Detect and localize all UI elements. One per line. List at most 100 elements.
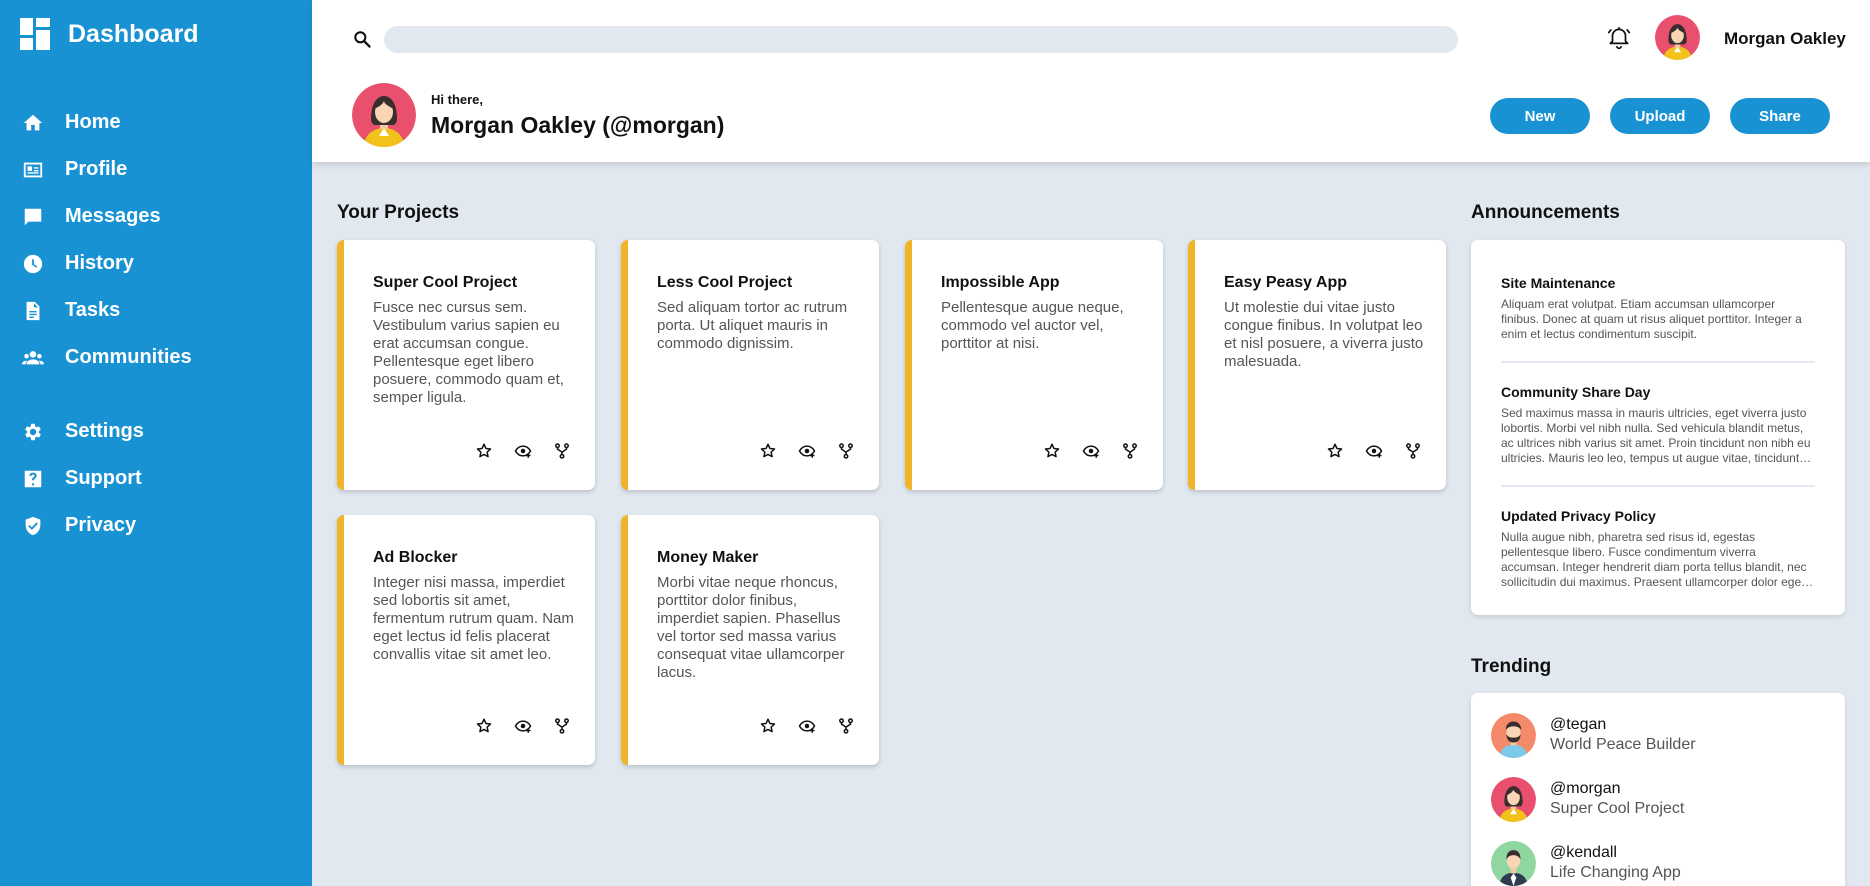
avatar	[1491, 777, 1536, 822]
clock-icon	[22, 253, 44, 275]
announcement-body: Sed maximus massa in mauris ultricies, e…	[1501, 406, 1811, 465]
project-title: Super Cool Project	[373, 274, 518, 291]
project-description: Fusce nec cursus sem. Vestibulum varius …	[373, 299, 564, 406]
star-icon[interactable]	[759, 717, 777, 735]
projects-title: Your Projects	[337, 202, 460, 223]
dashboard-icon	[20, 18, 50, 50]
sidebar-item-label: Privacy	[65, 514, 137, 536]
project-description: Ut molestie dui vitae justo congue finib…	[1224, 299, 1424, 370]
project-title: Impossible App	[941, 274, 1060, 291]
project-card[interactable]: Less Cool Project Sed aliquam tortor ac …	[621, 240, 879, 490]
brand[interactable]: Dashboard	[20, 18, 199, 50]
sidebar-item-label: Support	[65, 467, 142, 489]
share-button[interactable]: Share	[1730, 98, 1830, 134]
avatar	[1491, 713, 1536, 758]
project-description: Morbi vitae neque rhoncus, porttitor dol…	[657, 574, 845, 681]
sidebar-item-support[interactable]: Support	[0, 455, 312, 502]
project-card[interactable]: Easy Peasy App Ut molestie dui vitae jus…	[1188, 240, 1446, 490]
divider	[1501, 361, 1815, 363]
main-nav: Home Profile Messages History Tasks Comm…	[0, 99, 312, 381]
trending-handle[interactable]: @kendall	[1550, 844, 1617, 862]
trending-project: World Peace Builder	[1550, 736, 1696, 753]
brand-title: Dashboard	[68, 19, 199, 48]
fork-icon[interactable]	[837, 442, 855, 460]
bell-icon[interactable]	[1606, 25, 1632, 51]
announcements-card: Site Maintenance Aliquam erat volutpat. …	[1471, 240, 1845, 615]
watch-icon[interactable]	[514, 442, 532, 460]
announcement-item[interactable]: Updated Privacy Policy Nulla augue nibh,…	[1501, 508, 1815, 590]
star-icon[interactable]	[1043, 442, 1061, 460]
sidebar: Dashboard Home Profile Messages History …	[0, 0, 312, 886]
sidebar-item-tasks[interactable]: Tasks	[0, 287, 312, 334]
watch-icon[interactable]	[798, 442, 816, 460]
avatar	[1491, 841, 1536, 886]
project-card[interactable]: Impossible App Pellentesque augue neque,…	[905, 240, 1163, 490]
fork-icon[interactable]	[553, 717, 571, 735]
announcement-title: Updated Privacy Policy	[1501, 508, 1656, 524]
search-input[interactable]	[384, 26, 1458, 53]
project-title: Less Cool Project	[657, 274, 793, 291]
search-icon[interactable]	[352, 29, 372, 49]
sidebar-item-history[interactable]: History	[0, 240, 312, 287]
id-card-icon	[22, 159, 44, 181]
fork-icon[interactable]	[553, 442, 571, 460]
sidebar-item-label: Profile	[65, 158, 128, 180]
divider	[1501, 485, 1815, 487]
sidebar-item-label: History	[65, 252, 134, 274]
gear-icon	[22, 421, 44, 443]
secondary-nav: Settings Support Privacy	[0, 408, 312, 549]
sidebar-item-label: Messages	[65, 205, 161, 227]
trending-handle[interactable]: @tegan	[1550, 716, 1606, 734]
sidebar-item-communities[interactable]: Communities	[0, 334, 312, 381]
watch-icon[interactable]	[514, 717, 532, 735]
sidebar-item-settings[interactable]: Settings	[0, 408, 312, 455]
star-icon[interactable]	[1326, 442, 1344, 460]
upload-button[interactable]: Upload	[1610, 98, 1710, 134]
project-title: Money Maker	[657, 549, 759, 566]
announcement-title: Community Share Day	[1501, 384, 1651, 400]
new-button[interactable]: New	[1490, 98, 1590, 134]
avatar[interactable]	[1655, 15, 1700, 60]
announcement-item[interactable]: Community Share Day Sed maximus massa in…	[1501, 384, 1815, 466]
project-card[interactable]: Super Cool Project Fusce nec cursus sem.…	[337, 240, 595, 490]
sidebar-item-profile[interactable]: Profile	[0, 146, 312, 193]
sidebar-item-privacy[interactable]: Privacy	[0, 502, 312, 549]
sidebar-item-label: Settings	[65, 420, 144, 442]
watch-icon[interactable]	[798, 717, 816, 735]
announcement-title: Site Maintenance	[1501, 275, 1616, 291]
sidebar-item-label: Home	[65, 111, 121, 133]
document-icon	[22, 300, 44, 322]
trending-title: Trending	[1471, 656, 1552, 677]
sidebar-item-messages[interactable]: Messages	[0, 193, 312, 240]
project-description: Sed aliquam tortor ac rutrum porta. Ut a…	[657, 299, 848, 352]
star-icon[interactable]	[475, 442, 493, 460]
trending-project: Life Changing App	[1550, 864, 1681, 881]
project-description: Integer nisi massa, imperdiet sed lobort…	[373, 574, 574, 663]
star-icon[interactable]	[759, 442, 777, 460]
profile-avatar	[352, 83, 416, 147]
fork-icon[interactable]	[837, 717, 855, 735]
trending-card: @tegan World Peace Builder @morgan Super…	[1471, 693, 1845, 886]
sidebar-item-label: Communities	[65, 346, 192, 368]
project-title: Ad Blocker	[373, 549, 458, 566]
announcement-item[interactable]: Site Maintenance Aliquam erat volutpat. …	[1501, 275, 1815, 342]
sidebar-item-home[interactable]: Home	[0, 99, 312, 146]
help-icon	[22, 468, 44, 490]
shield-icon	[22, 515, 44, 537]
watch-icon[interactable]	[1365, 442, 1383, 460]
announcements-title: Announcements	[1471, 202, 1620, 223]
sidebar-item-label: Tasks	[65, 299, 121, 321]
project-title: Easy Peasy App	[1224, 274, 1348, 291]
message-icon	[22, 206, 44, 228]
project-card[interactable]: Money Maker Morbi vitae neque rhoncus, p…	[621, 515, 879, 765]
trending-handle[interactable]: @morgan	[1550, 780, 1621, 798]
watch-icon[interactable]	[1082, 442, 1100, 460]
profile-name: Morgan Oakley (@morgan)	[431, 112, 725, 138]
project-description: Pellentesque augue neque, commodo vel au…	[941, 299, 1124, 352]
fork-icon[interactable]	[1121, 442, 1139, 460]
star-icon[interactable]	[475, 717, 493, 735]
fork-icon[interactable]	[1404, 442, 1422, 460]
people-icon	[22, 347, 44, 369]
user-name[interactable]: Morgan Oakley	[1724, 29, 1846, 49]
project-card[interactable]: Ad Blocker Integer nisi massa, imperdiet…	[337, 515, 595, 765]
